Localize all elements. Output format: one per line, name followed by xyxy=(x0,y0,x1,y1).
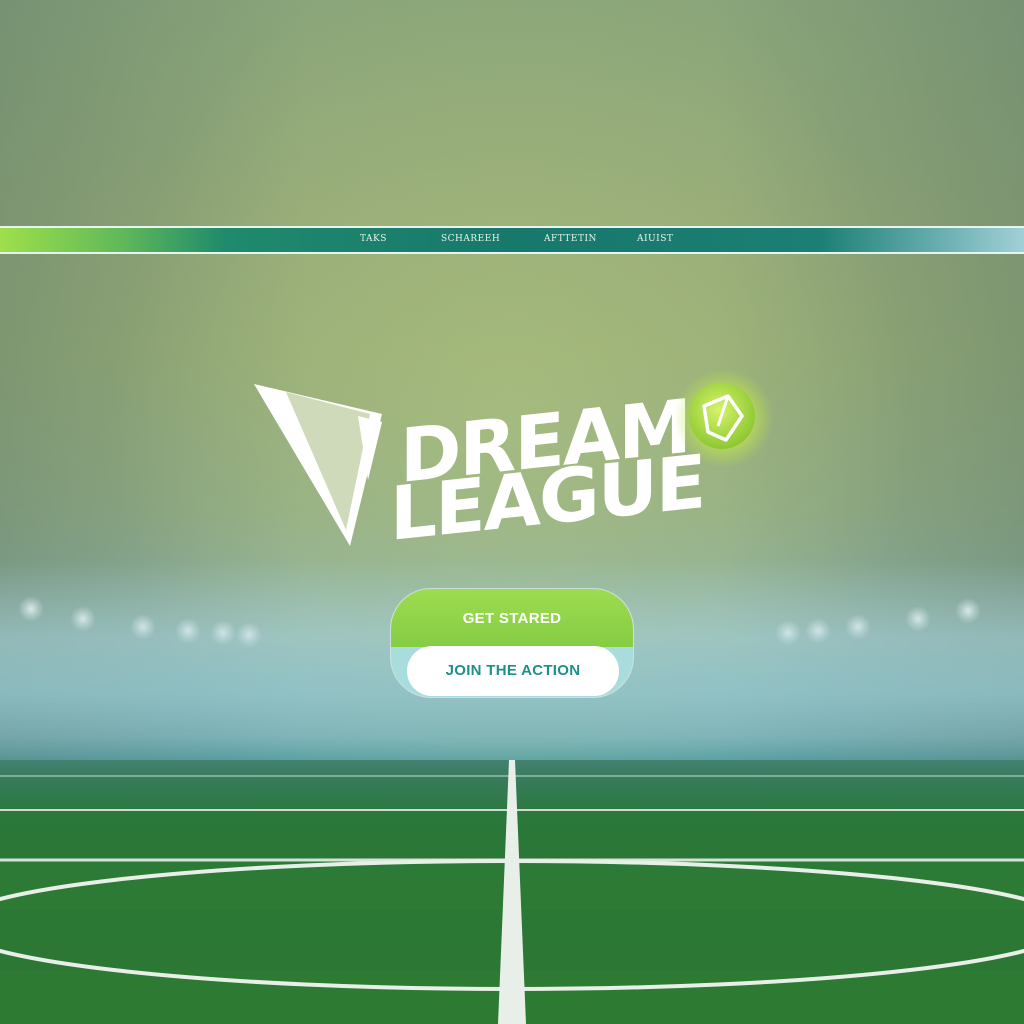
top-nav-bar: TAKS SCHAREEH AFTTETIN AIUIST xyxy=(0,226,1024,254)
nav-item-taks[interactable]: TAKS xyxy=(360,234,387,244)
get-started-button[interactable]: GET STARED xyxy=(391,589,633,647)
soccer-ball-icon xyxy=(674,370,774,468)
nav-item-aiuist[interactable]: AIUIST xyxy=(637,234,673,244)
landing-page: TAKS SCHAREEH AFTTETIN AIUIST DREAM LEAG… xyxy=(0,0,1024,1024)
dream-league-logo: DREAM LEAGUE xyxy=(250,370,780,580)
nav-item-schareeh[interactable]: SCHAREEH xyxy=(441,234,500,244)
nav-item-afttetin[interactable]: AFTTETIN xyxy=(544,234,597,244)
pitch-markings xyxy=(0,760,1024,1024)
join-the-action-button[interactable]: JOIN THE ACTION xyxy=(407,646,619,696)
football-pitch xyxy=(0,760,1024,1024)
